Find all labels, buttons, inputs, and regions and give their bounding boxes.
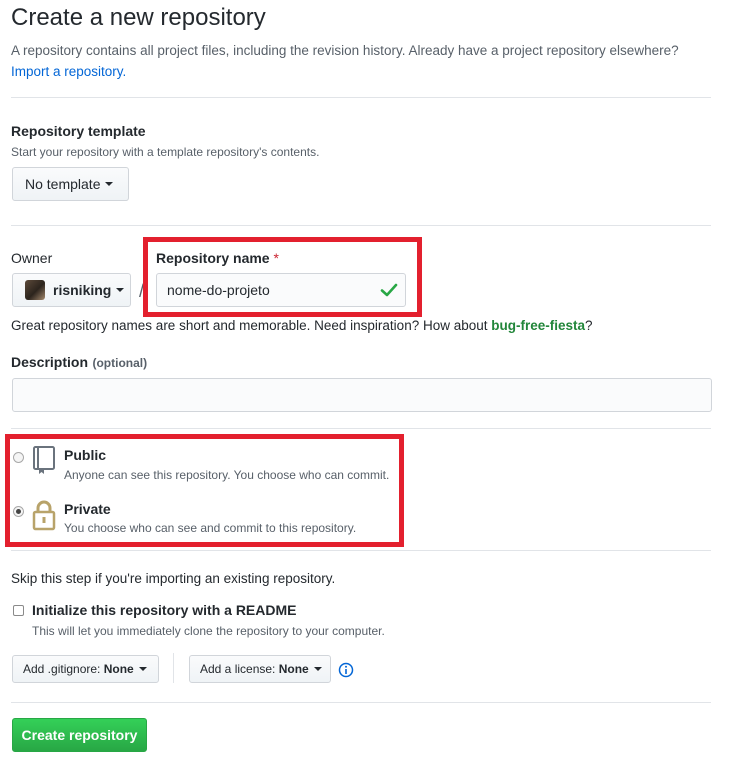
skip-note: Skip this step if you're importing an ex…: [11, 571, 336, 586]
gitignore-value: None: [103, 662, 134, 676]
divider: [11, 702, 711, 703]
name-suggestion[interactable]: bug-free-fiesta: [491, 318, 585, 333]
readme-label: Initialize this repository with a README: [32, 602, 297, 618]
template-label: Repository template: [11, 123, 146, 139]
lock-icon: [32, 500, 56, 531]
optional-note: (optional): [92, 356, 148, 370]
create-repository-button[interactable]: Create repository: [12, 718, 147, 752]
chevron-down-icon: [313, 667, 322, 671]
import-repository-link[interactable]: Import a repository.: [11, 64, 126, 79]
repo-book-icon: [33, 446, 55, 474]
repo-name-value: nome-do-projeto: [167, 282, 270, 298]
public-label: Public: [64, 447, 107, 463]
owner-dropdown-button[interactable]: risniking: [12, 273, 131, 307]
repo-name-label: Repository name *: [156, 250, 279, 266]
subtitle-text: A repository contains all project files,…: [11, 43, 679, 58]
chevron-down-icon: [116, 288, 125, 292]
owner-name: risniking: [53, 282, 112, 298]
license-prefix: Add a license:: [200, 662, 276, 676]
divider: [11, 97, 711, 98]
page-subtitle: A repository contains all project files,…: [11, 40, 721, 82]
description-input[interactable]: [12, 378, 712, 412]
readme-note: This will let you immediately clone the …: [32, 624, 385, 638]
name-hint-suffix: ?: [585, 318, 593, 333]
required-mark: *: [273, 250, 279, 266]
license-value: None: [278, 662, 309, 676]
divider: [11, 550, 711, 551]
chevron-down-icon: [105, 182, 114, 186]
public-note: Anyone can see this repository. You choo…: [64, 468, 390, 482]
owner-label: Owner: [11, 250, 53, 266]
description-label: Description (optional): [11, 354, 147, 372]
chevron-down-icon: [138, 667, 147, 671]
template-note: Start your repository with a template re…: [11, 145, 320, 159]
repo-name-label-text: Repository name: [156, 250, 270, 266]
template-button-label: No template: [25, 176, 101, 192]
divider: [11, 225, 711, 226]
avatar: [25, 280, 45, 300]
readme-checkbox[interactable]: [13, 605, 24, 616]
page-title: Create a new repository: [11, 4, 266, 31]
gitignore-prefix: Add .gitignore:: [23, 662, 101, 676]
private-note: You choose who can see and commit to thi…: [64, 521, 357, 535]
divider: [11, 428, 711, 429]
check-icon: [380, 283, 398, 297]
private-radio[interactable]: [13, 506, 24, 517]
vertical-divider: [173, 653, 174, 683]
license-dropdown-button[interactable]: Add a license: None: [189, 655, 331, 683]
radio-selected-dot: [16, 509, 21, 514]
name-hint: Great repository names are short and mem…: [11, 318, 593, 333]
template-dropdown-button[interactable]: No template: [12, 167, 129, 201]
private-label: Private: [64, 501, 111, 517]
description-label-text: Description: [11, 354, 89, 370]
name-hint-text: Great repository names are short and mem…: [11, 318, 488, 333]
public-radio[interactable]: [13, 452, 24, 463]
info-icon[interactable]: [338, 662, 354, 678]
gitignore-dropdown-button[interactable]: Add .gitignore: None: [12, 655, 159, 683]
repo-name-input[interactable]: nome-do-projeto: [156, 273, 406, 307]
